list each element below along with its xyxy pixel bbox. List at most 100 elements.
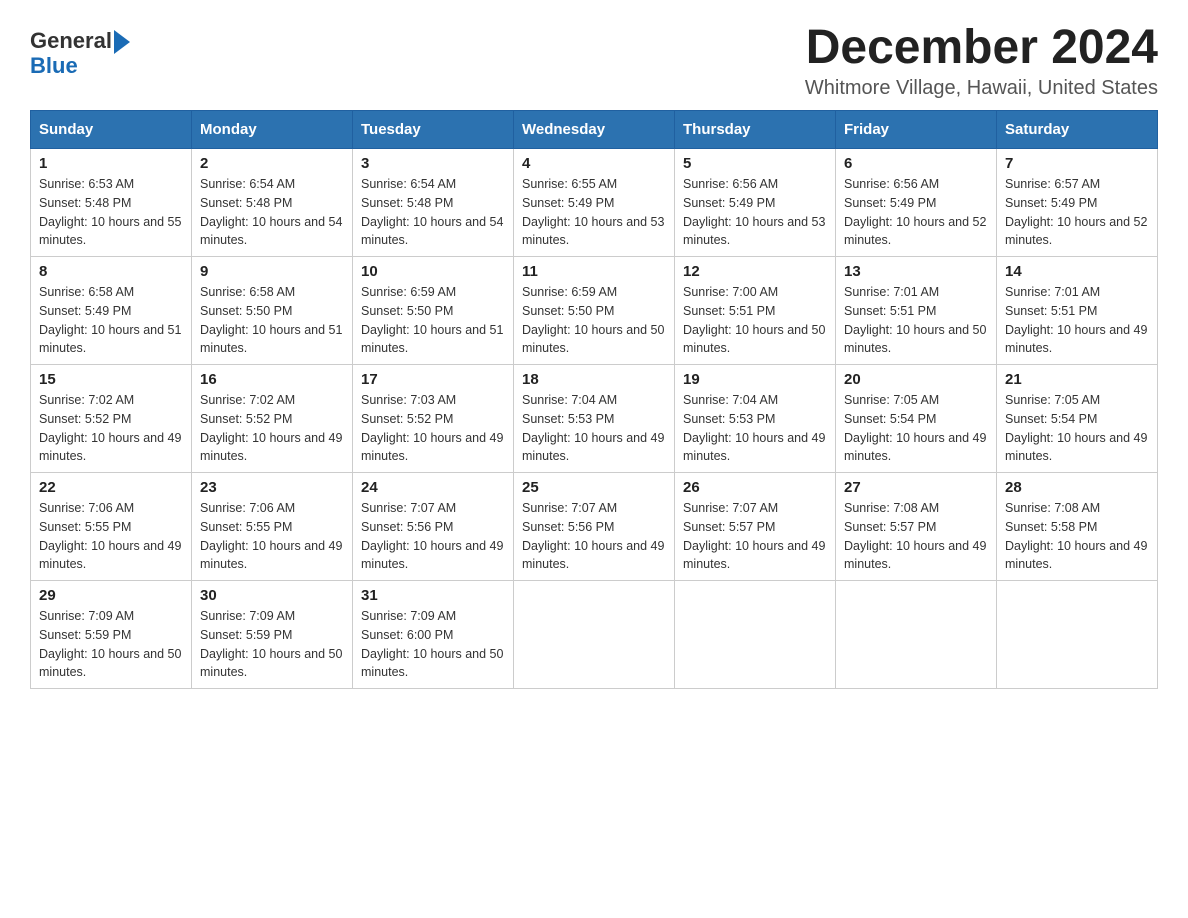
day-number: 21 bbox=[1005, 371, 1149, 388]
day-info: Sunrise: 7:02 AMSunset: 5:52 PMDaylight:… bbox=[39, 391, 183, 466]
day-number: 13 bbox=[844, 263, 988, 280]
day-number: 12 bbox=[683, 263, 827, 280]
calendar-cell: 17 Sunrise: 7:03 AMSunset: 5:52 PMDayligh… bbox=[353, 365, 514, 473]
day-number: 8 bbox=[39, 263, 183, 280]
day-info: Sunrise: 6:54 AMSunset: 5:48 PMDaylight:… bbox=[200, 175, 344, 250]
day-number: 16 bbox=[200, 371, 344, 388]
calendar-cell: 13 Sunrise: 7:01 AMSunset: 5:51 PMDayligh… bbox=[836, 257, 997, 365]
calendar-day-header-saturday: Saturday bbox=[997, 111, 1158, 149]
page-header: General Blue December 2024 Whitmore Vill… bbox=[30, 20, 1158, 100]
logo-general: General bbox=[30, 29, 112, 53]
day-number: 2 bbox=[200, 155, 344, 172]
logo-triangle-icon bbox=[114, 30, 130, 54]
calendar-cell: 24Sunrise: 7:07 AMSunset: 5:56 PMDayligh… bbox=[353, 473, 514, 581]
day-info: Sunrise: 7:03 AMSunset: 5:52 PMDaylight:… bbox=[361, 391, 505, 466]
logo: General Blue bbox=[30, 28, 130, 78]
day-number: 5 bbox=[683, 155, 827, 172]
calendar-cell: 12 Sunrise: 7:00 AMSunset: 5:51 PMDayligh… bbox=[675, 257, 836, 365]
calendar-cell: 14Sunrise: 7:01 AMSunset: 5:51 PMDayligh… bbox=[997, 257, 1158, 365]
day-info: Sunrise: 7:06 AMSunset: 5:55 PMDaylight:… bbox=[200, 499, 344, 574]
day-info: Sunrise: 7:09 AMSunset: 6:00 PMDaylight:… bbox=[361, 607, 505, 682]
calendar-table: SundayMondayTuesdayWednesdayThursdayFrid… bbox=[30, 110, 1158, 689]
calendar-day-header-monday: Monday bbox=[192, 111, 353, 149]
day-info: Sunrise: 7:07 AMSunset: 5:56 PMDaylight:… bbox=[522, 499, 666, 574]
day-number: 7 bbox=[1005, 155, 1149, 172]
calendar-cell: 9Sunrise: 6:58 AMSunset: 5:50 PMDaylight… bbox=[192, 257, 353, 365]
day-info: Sunrise: 6:55 AMSunset: 5:49 PMDaylight:… bbox=[522, 175, 666, 250]
day-number: 15 bbox=[39, 371, 183, 388]
day-number: 1 bbox=[39, 155, 183, 172]
day-info: Sunrise: 7:02 AMSunset: 5:52 PMDaylight:… bbox=[200, 391, 344, 466]
day-info: Sunrise: 7:09 AMSunset: 5:59 PMDaylight:… bbox=[39, 607, 183, 682]
day-info: Sunrise: 6:59 AMSunset: 5:50 PMDaylight:… bbox=[361, 283, 505, 358]
day-info: Sunrise: 7:09 AMSunset: 5:59 PMDaylight:… bbox=[200, 607, 344, 682]
calendar-cell: 22 Sunrise: 7:06 AMSunset: 5:55 PMDayligh… bbox=[31, 473, 192, 581]
calendar-cell: 27 Sunrise: 7:08 AMSunset: 5:57 PMDayligh… bbox=[836, 473, 997, 581]
logo-text: General Blue bbox=[30, 28, 130, 78]
day-info: Sunrise: 7:08 AMSunset: 5:58 PMDaylight:… bbox=[1005, 499, 1149, 574]
calendar-day-header-sunday: Sunday bbox=[31, 111, 192, 149]
calendar-cell: 8 Sunrise: 6:58 AMSunset: 5:49 PMDaylight… bbox=[31, 257, 192, 365]
calendar-cell: 18 Sunrise: 7:04 AMSunset: 5:53 PMDayligh… bbox=[514, 365, 675, 473]
day-number: 23 bbox=[200, 479, 344, 496]
day-info: Sunrise: 6:53 AMSunset: 5:48 PMDaylight:… bbox=[39, 175, 183, 250]
calendar-cell: 15 Sunrise: 7:02 AMSunset: 5:52 PMDayligh… bbox=[31, 365, 192, 473]
calendar-day-header-friday: Friday bbox=[836, 111, 997, 149]
day-number: 10 bbox=[361, 263, 505, 280]
calendar-week-row-5: 29Sunrise: 7:09 AMSunset: 5:59 PMDayligh… bbox=[31, 581, 1158, 689]
calendar-cell: 31 Sunrise: 7:09 AMSunset: 6:00 PMDayligh… bbox=[353, 581, 514, 689]
day-info: Sunrise: 6:59 AMSunset: 5:50 PMDaylight:… bbox=[522, 283, 666, 358]
day-number: 31 bbox=[361, 587, 505, 604]
calendar-day-header-thursday: Thursday bbox=[675, 111, 836, 149]
calendar-day-header-wednesday: Wednesday bbox=[514, 111, 675, 149]
day-info: Sunrise: 7:06 AMSunset: 5:55 PMDaylight:… bbox=[39, 499, 183, 574]
day-info: Sunrise: 7:08 AMSunset: 5:57 PMDaylight:… bbox=[844, 499, 988, 574]
day-number: 22 bbox=[39, 479, 183, 496]
location-title: Whitmore Village, Hawaii, United States bbox=[805, 77, 1158, 100]
day-number: 27 bbox=[844, 479, 988, 496]
calendar-day-header-tuesday: Tuesday bbox=[353, 111, 514, 149]
day-number: 30 bbox=[200, 587, 344, 604]
day-info: Sunrise: 7:04 AMSunset: 5:53 PMDaylight:… bbox=[522, 391, 666, 466]
day-info: Sunrise: 6:56 AMSunset: 5:49 PMDaylight:… bbox=[683, 175, 827, 250]
day-number: 6 bbox=[844, 155, 988, 172]
day-number: 25 bbox=[522, 479, 666, 496]
day-number: 14 bbox=[1005, 263, 1149, 280]
day-number: 20 bbox=[844, 371, 988, 388]
calendar-cell: 5 Sunrise: 6:56 AMSunset: 5:49 PMDaylight… bbox=[675, 149, 836, 257]
calendar-cell: 6 Sunrise: 6:56 AMSunset: 5:49 PMDaylight… bbox=[836, 149, 997, 257]
calendar-week-row-2: 8 Sunrise: 6:58 AMSunset: 5:49 PMDaylight… bbox=[31, 257, 1158, 365]
calendar-cell: 4 Sunrise: 6:55 AMSunset: 5:49 PMDaylight… bbox=[514, 149, 675, 257]
calendar-week-row-4: 22 Sunrise: 7:06 AMSunset: 5:55 PMDayligh… bbox=[31, 473, 1158, 581]
calendar-header-row: SundayMondayTuesdayWednesdayThursdayFrid… bbox=[31, 111, 1158, 149]
calendar-cell: 21Sunrise: 7:05 AMSunset: 5:54 PMDayligh… bbox=[997, 365, 1158, 473]
calendar-cell: 28Sunrise: 7:08 AMSunset: 5:58 PMDayligh… bbox=[997, 473, 1158, 581]
day-info: Sunrise: 6:56 AMSunset: 5:49 PMDaylight:… bbox=[844, 175, 988, 250]
month-title: December 2024 bbox=[805, 20, 1158, 75]
title-block: December 2024 Whitmore Village, Hawaii, … bbox=[805, 20, 1158, 100]
calendar-cell: 20 Sunrise: 7:05 AMSunset: 5:54 PMDayligh… bbox=[836, 365, 997, 473]
day-info: Sunrise: 6:54 AMSunset: 5:48 PMDaylight:… bbox=[361, 175, 505, 250]
day-number: 17 bbox=[361, 371, 505, 388]
day-number: 18 bbox=[522, 371, 666, 388]
day-info: Sunrise: 6:58 AMSunset: 5:49 PMDaylight:… bbox=[39, 283, 183, 358]
calendar-cell: 1 Sunrise: 6:53 AMSunset: 5:48 PMDaylight… bbox=[31, 149, 192, 257]
calendar-cell: 26Sunrise: 7:07 AMSunset: 5:57 PMDayligh… bbox=[675, 473, 836, 581]
day-number: 3 bbox=[361, 155, 505, 172]
day-info: Sunrise: 7:00 AMSunset: 5:51 PMDaylight:… bbox=[683, 283, 827, 358]
day-number: 26 bbox=[683, 479, 827, 496]
calendar-cell: 30 Sunrise: 7:09 AMSunset: 5:59 PMDayligh… bbox=[192, 581, 353, 689]
calendar-cell: 11Sunrise: 6:59 AMSunset: 5:50 PMDayligh… bbox=[514, 257, 675, 365]
day-info: Sunrise: 7:04 AMSunset: 5:53 PMDaylight:… bbox=[683, 391, 827, 466]
day-number: 4 bbox=[522, 155, 666, 172]
day-info: Sunrise: 7:01 AMSunset: 5:51 PMDaylight:… bbox=[844, 283, 988, 358]
day-info: Sunrise: 7:05 AMSunset: 5:54 PMDaylight:… bbox=[844, 391, 988, 466]
calendar-cell: 16 Sunrise: 7:02 AMSunset: 5:52 PMDayligh… bbox=[192, 365, 353, 473]
calendar-cell: 10 Sunrise: 6:59 AMSunset: 5:50 PMDayligh… bbox=[353, 257, 514, 365]
calendar-cell bbox=[514, 581, 675, 689]
calendar-cell: 2 Sunrise: 6:54 AMSunset: 5:48 PMDaylight… bbox=[192, 149, 353, 257]
calendar-week-row-3: 15 Sunrise: 7:02 AMSunset: 5:52 PMDayligh… bbox=[31, 365, 1158, 473]
calendar-cell: 3 Sunrise: 6:54 AMSunset: 5:48 PMDaylight… bbox=[353, 149, 514, 257]
calendar-week-row-1: 1 Sunrise: 6:53 AMSunset: 5:48 PMDaylight… bbox=[31, 149, 1158, 257]
calendar-cell: 19Sunrise: 7:04 AMSunset: 5:53 PMDayligh… bbox=[675, 365, 836, 473]
